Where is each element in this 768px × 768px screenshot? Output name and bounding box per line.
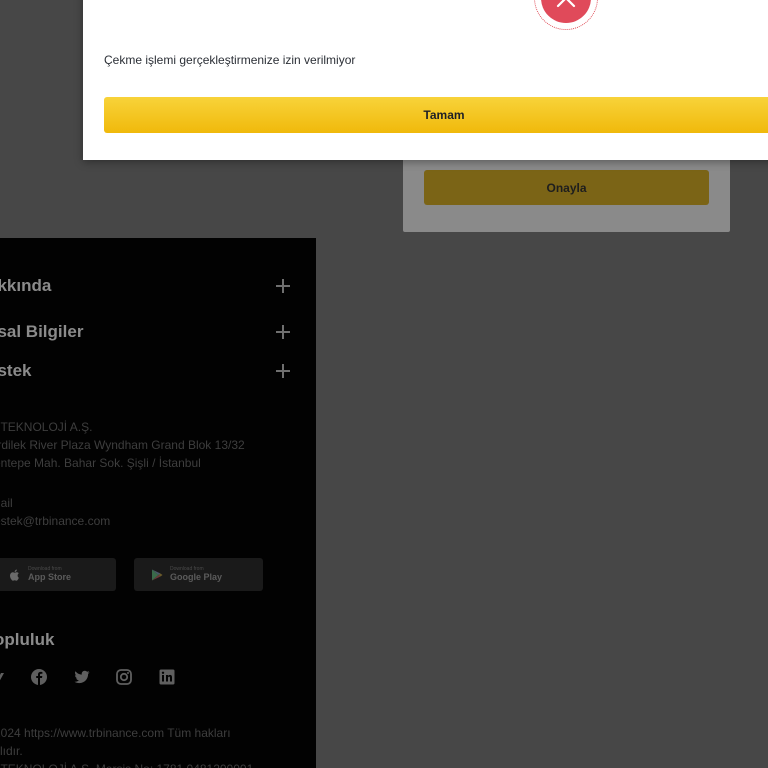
copyright-line1: 2024 https://www.trbinance.com Tüm hakla… [0,726,231,740]
plus-icon[interactable] [276,364,290,378]
google-play-icon [152,569,163,580]
error-dialog: Çekme işlemi gerçekleştirmenize izin ver… [83,0,768,160]
ok-button[interactable]: Tamam [104,97,768,133]
footer-section-label: estek [0,361,32,380]
footer-section-label: akkında [0,276,52,295]
store-name: Google Play [170,572,223,582]
footer-section-support[interactable]: estek [0,359,298,383]
footer: akkında asal Bilgiler estek ı TEKNOLOJİ … [0,238,316,768]
plus-icon[interactable] [276,279,290,293]
confirm-button[interactable]: Onayla [424,170,709,205]
store-name: App Store [28,572,72,582]
linkedin-icon[interactable] [158,668,176,686]
copyright-line2: klıdır. [0,744,23,758]
page: Onayla akkında asal Bilgiler estek ı TEK… [0,0,768,768]
instagram-icon[interactable] [115,668,133,686]
error-badge [534,0,598,30]
close-icon [556,0,576,8]
facebook-icon[interactable] [30,668,48,686]
email-label: nail [0,496,13,510]
company-name: ı TEKNOLOJİ A.Ş. [0,420,93,434]
footer-section-about[interactable]: akkında [0,274,298,298]
plus-icon[interactable] [276,325,290,339]
dialog-message: Çekme işlemi gerçekleştirmenize izin ver… [104,53,356,67]
copyright-line3: ı TEKNOLOJİ A.Ş. Mersis No: 1781 0481200… [0,760,253,768]
google-play-button[interactable]: Download from Google Play [134,558,263,591]
email-link[interactable]: estek@trbinance.com [0,512,110,530]
apple-icon [10,569,19,581]
error-circle [541,0,591,23]
company-address-line2: entepe Mah. Bahar Sok. Şişli / İstanbul [0,456,201,470]
company-address-line1: ırdilek River Plaza Wyndham Grand Blok 1… [0,438,245,452]
twitter-icon[interactable] [73,668,91,686]
app-store-button[interactable]: Download from App Store [0,558,116,591]
vk-icon[interactable] [0,668,8,686]
community-title: opluluk [0,630,55,649]
footer-section-legal[interactable]: asal Bilgiler [0,320,298,344]
footer-section-label: asal Bilgiler [0,322,84,341]
